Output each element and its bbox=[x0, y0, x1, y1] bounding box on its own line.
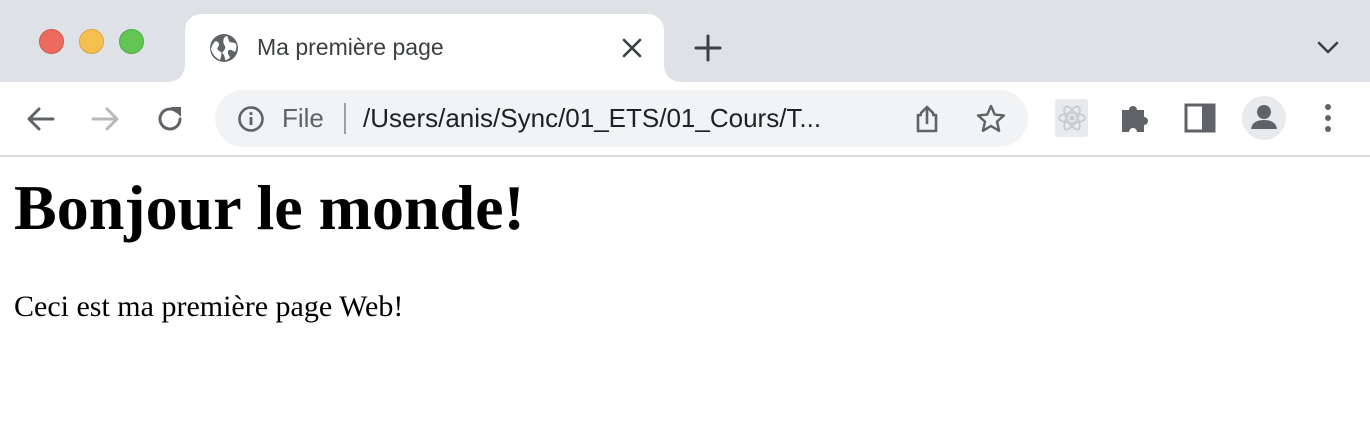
tab-title: Ma première page bbox=[257, 34, 444, 60]
globe-icon bbox=[210, 34, 238, 62]
browser-toolbar: File /Users/anis/Sync/01_ETS/01_Cours/T.… bbox=[0, 82, 1370, 155]
close-icon[interactable] bbox=[619, 35, 645, 61]
forward-button[interactable] bbox=[86, 100, 124, 138]
window-zoom-button[interactable] bbox=[119, 29, 144, 54]
react-devtools-extension-button[interactable] bbox=[1055, 99, 1088, 137]
kebab-menu-icon[interactable] bbox=[1318, 101, 1338, 135]
share-icon[interactable] bbox=[913, 104, 941, 134]
arrow-left-icon bbox=[27, 107, 55, 131]
new-tab-button[interactable] bbox=[692, 32, 724, 64]
side-panel-icon[interactable] bbox=[1184, 103, 1216, 133]
window-minimize-button[interactable] bbox=[79, 29, 104, 54]
window-close-button[interactable] bbox=[39, 29, 64, 54]
page-viewport: Bonjour le monde! Ceci est ma première p… bbox=[0, 157, 1370, 440]
address-bar[interactable]: File /Users/anis/Sync/01_ETS/01_Cours/T.… bbox=[215, 90, 1028, 147]
puzzle-icon[interactable] bbox=[1118, 100, 1154, 136]
person-icon bbox=[1251, 105, 1277, 129]
back-button[interactable] bbox=[22, 100, 60, 138]
profile-avatar-button[interactable] bbox=[1242, 96, 1286, 140]
chevron-down-icon[interactable] bbox=[1314, 36, 1342, 60]
tab-strip: Ma première page bbox=[0, 0, 1370, 82]
star-icon[interactable] bbox=[975, 103, 1007, 135]
reload-icon bbox=[158, 107, 182, 131]
browser-tab[interactable]: Ma première page bbox=[169, 14, 680, 82]
page-heading: Bonjour le monde! bbox=[14, 172, 525, 243]
reload-button[interactable] bbox=[151, 100, 189, 138]
arrow-right-icon bbox=[91, 107, 119, 131]
react-icon bbox=[1057, 105, 1086, 131]
omnibox-divider bbox=[344, 103, 346, 134]
info-icon[interactable] bbox=[237, 105, 265, 133]
scheme-label: File bbox=[282, 103, 324, 133]
url-text[interactable]: /Users/anis/Sync/01_ETS/01_Cours/T... bbox=[363, 103, 821, 134]
page-paragraph: Ceci est ma première page Web! bbox=[14, 290, 404, 323]
